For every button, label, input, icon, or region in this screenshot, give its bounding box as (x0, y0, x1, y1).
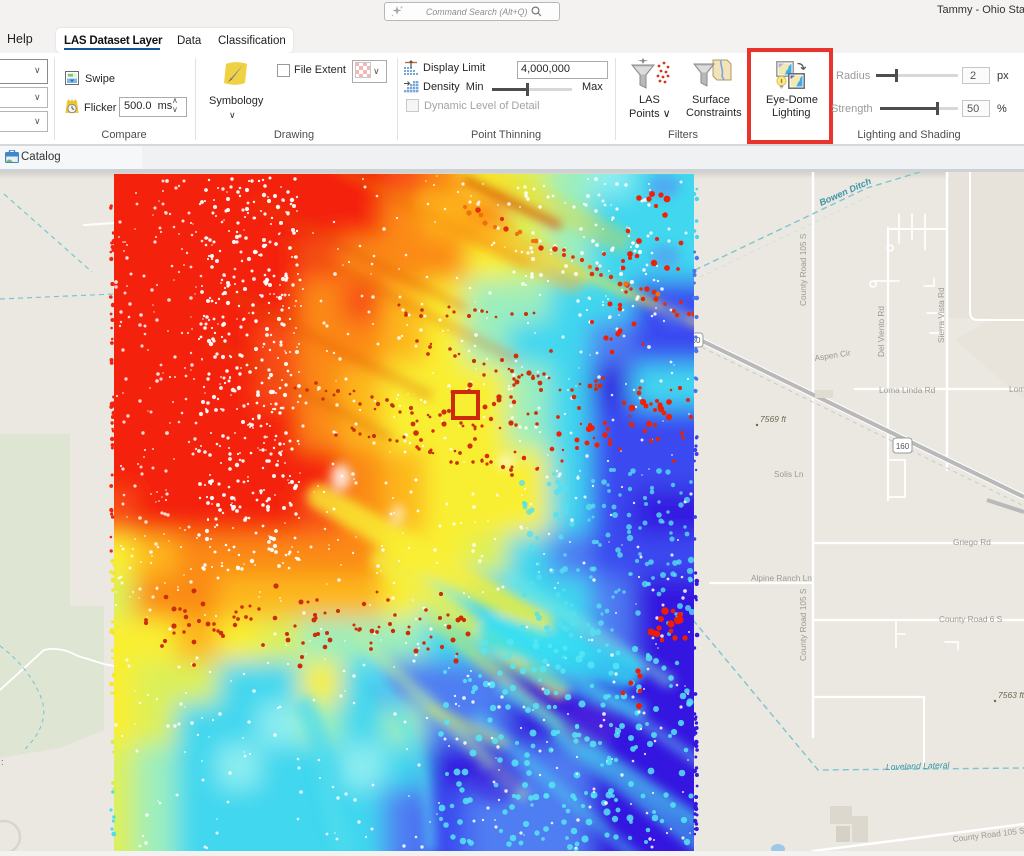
svg-text:County Road 105 S: County Road 105 S (798, 233, 808, 306)
svg-text:Solis Ln: Solis Ln (774, 469, 804, 479)
svg-text:Del Viento Rd: Del Viento Rd (876, 306, 886, 357)
svg-text:160: 160 (896, 442, 910, 451)
svg-text:Griego Rd: Griego Rd (953, 537, 991, 547)
svg-text:Lom: Lom (1009, 384, 1024, 394)
svg-text:7569 ft: 7569 ft (760, 414, 787, 424)
svg-text:Alpine Ranch Ln: Alpine Ranch Ln (751, 573, 812, 583)
svg-text:7563 ft: 7563 ft (998, 690, 1024, 700)
svg-text:Loma Linda Rd: Loma Linda Rd (879, 385, 936, 395)
svg-text:County Road 6 S: County Road 6 S (939, 614, 1003, 624)
svg-text:County Road 105 S: County Road 105 S (798, 588, 808, 661)
svg-text:Sierra Vista Rd: Sierra Vista Rd (936, 287, 946, 343)
svg-text::: : (1, 757, 4, 767)
